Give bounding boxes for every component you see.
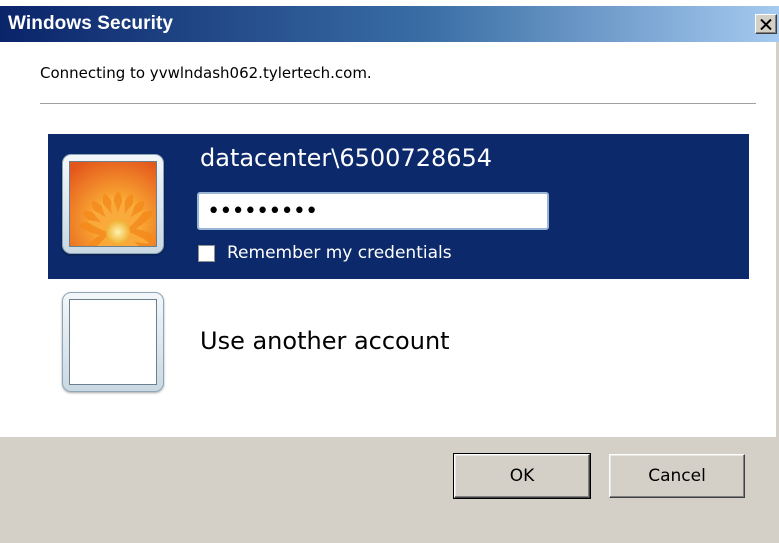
- separator-line: [40, 103, 756, 104]
- button-bar: OK Cancel: [0, 437, 779, 543]
- cancel-button[interactable]: Cancel: [609, 454, 745, 498]
- blank-avatar-icon: [69, 299, 157, 385]
- other-account-avatar: [62, 292, 164, 392]
- remember-credentials-label: Remember my credentials: [227, 243, 452, 263]
- password-field[interactable]: [197, 192, 549, 230]
- username-label: datacenter\6500728654: [200, 144, 493, 172]
- windows-security-dialog: Windows Security Connecting to yvwlndash…: [0, 0, 779, 543]
- use-another-account-label: Use another account: [200, 327, 450, 355]
- credential-tile-other[interactable]: Use another account: [48, 280, 749, 410]
- user-avatar: [62, 154, 164, 254]
- close-icon: [760, 18, 772, 30]
- flower-icon: [70, 162, 156, 246]
- close-button[interactable]: [755, 14, 777, 34]
- window-title: Windows Security: [8, 13, 174, 34]
- remember-credentials-checkbox[interactable]: [198, 244, 215, 262]
- connecting-text: Connecting to yvwlndash062.tylertech.com…: [40, 64, 372, 82]
- title-bar[interactable]: Windows Security: [0, 6, 779, 42]
- credential-tile-selected[interactable]: datacenter\6500728654 Remember my creden…: [48, 134, 749, 279]
- remember-credentials-row[interactable]: Remember my credentials: [198, 242, 452, 264]
- ok-button[interactable]: OK: [453, 453, 591, 499]
